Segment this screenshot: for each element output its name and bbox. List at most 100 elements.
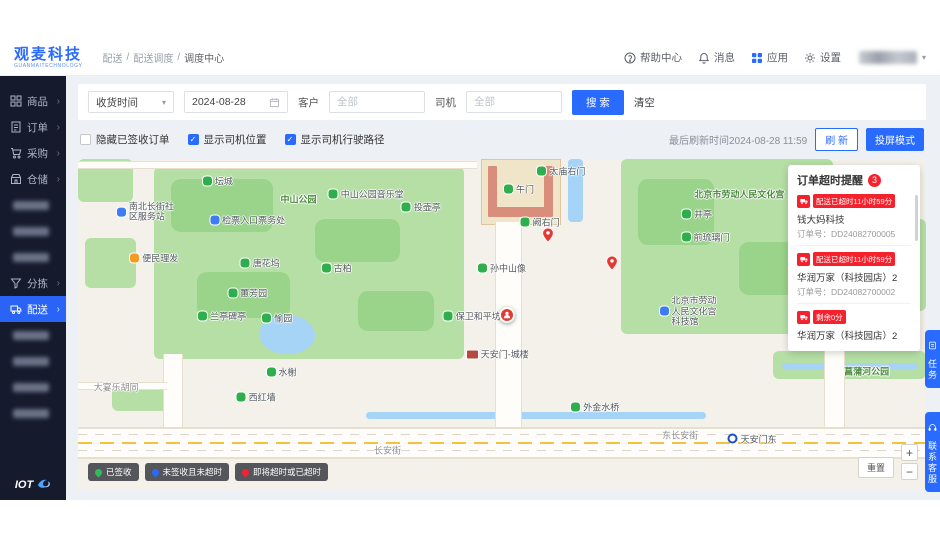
sidebar-item-blurred[interactable] [0, 348, 66, 374]
sidebar-item-blurred[interactable] [0, 218, 66, 244]
overdue-tag: 配送已超时11小时59分 [813, 194, 896, 208]
sidebar-item-blurred[interactable] [0, 192, 66, 218]
overdue-order-item[interactable]: 剩余0分 华润万家（科技园店）2 [797, 303, 911, 347]
map-label-poi-green[interactable]: 孙中山像 [477, 262, 526, 275]
map-label-poi-green[interactable]: 井亭 [682, 207, 712, 220]
poi-icon [266, 367, 276, 377]
overdue-order-item[interactable]: 配送已超时11小时59分 华润万家（科技园店）2 订单号：DD24082700002 [797, 245, 911, 303]
map-label-poi-green[interactable]: 蕙芳园 [228, 287, 267, 300]
map-label-poi-green[interactable]: 外金水桥 [571, 401, 619, 414]
sidebar-item-blurred[interactable] [0, 322, 66, 348]
zoom-in-button[interactable]: + [901, 444, 918, 461]
breadcrumb-item[interactable]: 调度中心 [184, 50, 224, 65]
panel-scrollbar[interactable] [915, 195, 918, 241]
breadcrumb-item[interactable]: 配送 [103, 50, 123, 65]
time-type-select[interactable]: 收货时间 ▾ [88, 91, 174, 113]
driver-input[interactable] [466, 91, 562, 113]
map-label-poi-green[interactable]: 坛城 [202, 174, 233, 187]
selected-order-marker[interactable] [499, 306, 516, 323]
map-label-text: 太庙右门 [549, 166, 586, 177]
map-label-poi-green[interactable]: 太庙右门 [537, 164, 585, 177]
sidebar-item-仓储[interactable]: 仓储 › [0, 166, 66, 192]
map-label-poi-green[interactable]: 兰亭碑亭 [198, 310, 246, 323]
headset-icon [928, 419, 937, 437]
map-label-poi-green[interactable]: 前琉璃门 [681, 230, 730, 243]
map-label-poi-blue[interactable]: 南北长街社区服务站 [116, 202, 175, 223]
map-grove [315, 218, 401, 262]
sidebar-item-blurred[interactable] [0, 374, 66, 400]
sidebar-item-blurred[interactable] [0, 400, 66, 426]
poi-icon [130, 253, 140, 263]
map-label-poi-green[interactable]: 水榭 [266, 366, 297, 379]
map-label-text: 井亭 [694, 209, 713, 220]
map-label-poi-green[interactable]: 愉园 [262, 311, 292, 324]
checkbox-unchecked[interactable] [80, 134, 91, 145]
map-label-text: 菖蒲河公园 [844, 366, 890, 377]
legend-pin-icon [93, 467, 104, 477]
map-reset-button[interactable]: 重置 [857, 457, 894, 478]
side-tab-联系客服[interactable]: 联系客服 [925, 412, 940, 492]
order-pin-red[interactable] [606, 255, 618, 275]
checkbox-checked[interactable]: ✓ [284, 134, 296, 145]
map-label-park: 菖蒲河公园 [844, 364, 889, 377]
map-label-text: 大宴乐胡同 [93, 382, 139, 393]
side-tab-任务[interactable]: 任务 [925, 330, 940, 388]
brand-logo[interactable]: 观麦科技 GUANMAITECHNOLOGY [14, 47, 83, 69]
map-label-poi-green[interactable]: 阙右门 [520, 215, 560, 228]
sidebar-item-订单[interactable]: 订单 › [0, 114, 66, 140]
map-label-building[interactable]: 天安门-城楼 [466, 348, 529, 361]
map-label-poi-green[interactable]: 投壶亭 [401, 200, 441, 213]
header-action-message[interactable]: 消息 [698, 50, 735, 65]
map-zoom-controls: + − [901, 444, 918, 480]
header-action-help[interactable]: 帮助中心 [624, 50, 682, 65]
clear-button[interactable]: 清空 [634, 95, 655, 110]
checkbox-label: 显示司机位置 [203, 134, 267, 146]
option-checkbox-2[interactable]: ✓ 显示司机行驶路径 [284, 132, 385, 147]
search-button[interactable]: 搜 索 [572, 89, 624, 115]
metro-icon [727, 433, 738, 444]
checkbox-checked[interactable]: ✓ [187, 134, 199, 145]
option-checkbox-1[interactable]: ✓ 显示司机位置 [187, 132, 267, 147]
blurred-label [13, 408, 49, 418]
map-label-poi-green[interactable]: 保卫和平坊 [443, 310, 501, 323]
map-label-poi-blue[interactable]: 北京市劳动人民文化宫科技馆 [659, 295, 718, 327]
sidebar-item-label: 配送 [27, 303, 48, 316]
date-picker[interactable]: 2024-08-28 [184, 91, 288, 113]
sidebar-item-配送[interactable]: 配送 › [0, 296, 66, 322]
zoom-out-button[interactable]: − [901, 463, 918, 480]
option-checkbox-0[interactable]: 隐藏已签收订单 [80, 132, 170, 147]
poi-icon [240, 258, 250, 268]
sidebar-item-label: 仓储 [27, 173, 48, 186]
map-canvas[interactable]: 坛城 南北长街社区服务站 检票入口票务处 便民理发 中山公园 中山公园音乐堂 投壶亭 午门 太庙… [78, 159, 926, 490]
sidebar-item-商品[interactable]: 商品 › [0, 88, 66, 114]
sidebar-item-blurred[interactable] [0, 244, 66, 270]
cast-mode-button[interactable]: 投屏模式 [866, 128, 924, 151]
map-label-poi-green[interactable]: 西红墙 [236, 391, 276, 404]
map-label-metro[interactable]: 天安门东 [727, 432, 777, 445]
sidebar-item-采购[interactable]: 采购 › [0, 140, 66, 166]
sidebar-item-分拣[interactable]: 分拣 › [0, 270, 66, 296]
sidebar-item-label: 分拣 [27, 277, 48, 290]
map-label-poi-green[interactable]: 午门 [503, 182, 534, 195]
brand-sub: GUANMAITECHNOLOGY [14, 62, 83, 69]
poi-icon [571, 402, 581, 412]
map-label-poi-green[interactable]: 唐花坞 [240, 257, 280, 270]
map-label-text: 兰亭碑亭 [210, 311, 247, 322]
brand-name: 观麦科技 [14, 45, 83, 63]
map-label-poi-blue[interactable]: 检票入口票务处 [210, 214, 285, 227]
map-label-poi-green[interactable]: 古柏 [321, 262, 352, 275]
breadcrumb-item[interactable]: 配送调度 [133, 50, 173, 65]
map-label-poi-green[interactable]: 中山公园音乐堂 [328, 187, 404, 200]
map-label-text: 北京市劳动人民文化宫科技馆 [671, 295, 717, 327]
refresh-button[interactable]: 刷 新 [815, 128, 858, 151]
app-window: 观麦科技 GUANMAITECHNOLOGY 配送 / 配送调度 / 调度中心 帮助中心… [0, 0, 940, 539]
map-label-poi-orange[interactable]: 便民理发 [130, 252, 178, 265]
order-pin-red[interactable] [542, 227, 554, 247]
header-action-apps[interactable]: 应用 [751, 50, 788, 65]
header-action-settings[interactable]: 设置 [804, 50, 841, 65]
poi-icon [682, 209, 692, 219]
customer-input[interactable] [329, 91, 425, 113]
user-menu[interactable]: ▾ [858, 51, 926, 64]
overdue-order-item[interactable]: 配送已超时11小时59分 钱大妈科技 订单号：DD24082700005 [797, 188, 911, 245]
panel-header: 订单超时提醒 3 [797, 172, 911, 188]
